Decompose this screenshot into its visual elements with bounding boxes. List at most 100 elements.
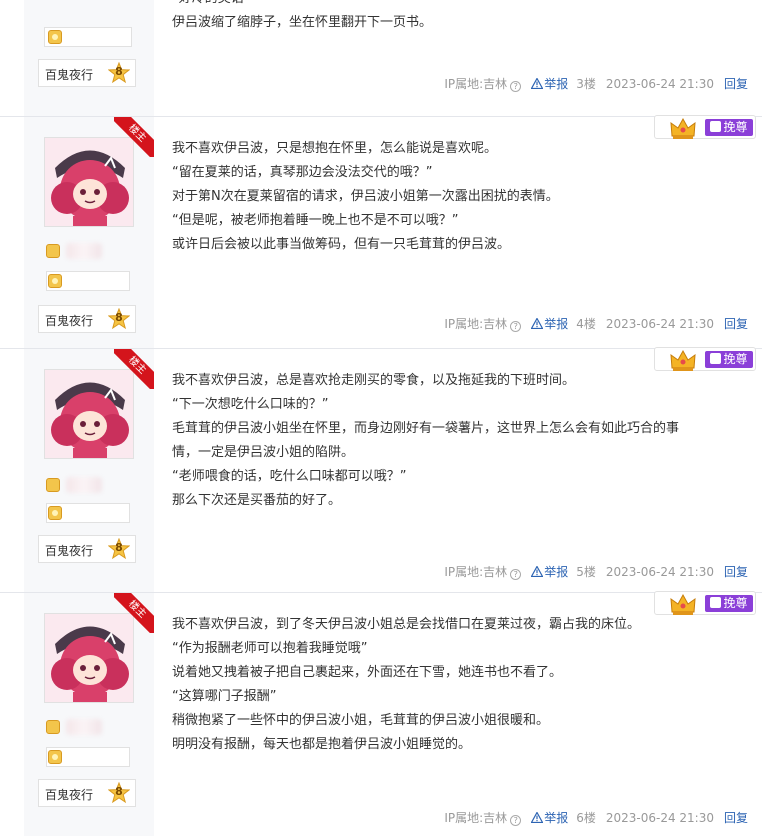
report-link[interactable]: 举报 [531,811,568,825]
wan-zun-button[interactable]: 挽尊 [705,119,753,136]
warning-icon [531,318,544,329]
wan-zun-label: 挽尊 [723,120,748,134]
crown-icon[interactable] [669,592,697,616]
warning-icon [531,812,544,823]
badge-icon[interactable] [46,244,60,258]
crown-icon[interactable] [669,116,697,140]
floor-number: 6楼 [576,811,596,825]
level-number: 8 [115,541,123,554]
post-text-line: 说着她又拽着被子把自己裹起来，外面还在下雪，她连书也不看了。 [172,665,563,680]
wan-zun-label: 挽尊 [723,352,748,366]
user-level[interactable]: 百鬼夜行 8 [38,59,136,87]
blurred-badge [66,477,102,493]
wan-zun-icon [710,353,722,364]
report-label: 举报 [544,565,569,579]
post-time: 2023-06-24 21:30 [605,317,714,331]
post-text-line: 我不喜欢伊吕波，只是想抱在怀里，怎么能说是喜欢呢。 [172,141,498,156]
report-link[interactable]: 举报 [531,317,568,331]
badge-row [44,717,132,739]
post: 楼主百鬼夜行 8 我不喜欢伊吕波，总是喜欢抢走刚买的零食，以及拖延我的下班时间。 “下… [0,347,762,593]
wan-zun-button[interactable]: 挽尊 [705,595,753,612]
level-name: 百鬼夜行 [45,544,94,558]
level-number: 8 [115,65,123,78]
honor-bar: 挽尊 [654,115,756,139]
post-text-line: 明明没有报酬，每天也都是抱着伊吕波小姐睡觉的。 [172,737,472,752]
post-text-line: 或许日后会被以此事当做筹码，但有一只毛茸茸的伊吕波。 [172,237,511,252]
op-ribbon: 楼主 [114,117,154,157]
badge-icon[interactable] [46,478,60,492]
honor-bar: 挽尊 [654,591,756,615]
post-meta: IP属地:吉林? 举报 3楼 2023-06-24 21:30 回复 [444,75,748,92]
post-author-sidebar: 楼主百鬼夜行 8 [24,593,154,836]
badge-icon[interactable] [48,750,62,764]
post-text-line: 稍微抱紧了一些怀中的伊吕波小姐，毛茸茸的伊吕波小姐很暖和。 [172,713,550,728]
report-label: 举报 [544,811,569,825]
floor-number: 3楼 [576,77,596,91]
report-label: 举报 [544,77,569,91]
reply-link[interactable]: 回复 [724,811,748,825]
report-label: 举报 [544,317,569,331]
thread: Arusu百鬼夜行8“好冷的美话伊吕波缩了缩脖子，坐在怀里翻开下一页书。IP属地… [0,0,762,836]
post-text-line: “老师喂食的话，吃什么口味都可以哦？” [172,469,407,484]
ip-location: IP属地:吉林 [444,565,508,579]
badge-icon[interactable] [46,720,60,734]
post: 楼主百鬼夜行 8 我不喜欢伊吕波，只是想抱在怀里，怎么能说是喜欢呢。 “留在夏莱的话，… [0,115,762,348]
op-ribbon-label: 楼主 [114,349,154,389]
level-name: 百鬼夜行 [45,68,94,82]
help-icon[interactable]: ? [510,321,522,332]
post-text-line: 毛茸茸的伊吕波小姐坐在怀里，而身边刚好有一袋薯片，这世界上怎么会有如此巧合的事 [172,421,680,436]
post-time: 2023-06-24 21:30 [605,565,714,579]
wan-zun-label: 挽尊 [723,596,748,610]
post: Arusu百鬼夜行8“好冷的美话伊吕波缩了缩脖子，坐在怀里翻开下一页书。IP属地… [0,0,762,116]
post-text-line: “作为报酬老师可以抱着我睡觉哦” [172,641,368,656]
report-link[interactable]: 举报 [531,77,568,91]
op-ribbon: 楼主 [114,593,154,633]
post-time: 2023-06-24 21:30 [605,811,714,825]
level-number: 8 [115,785,123,798]
op-ribbon-label: 楼主 [114,593,154,633]
badge-icon[interactable] [48,506,62,520]
reply-link[interactable]: 回复 [724,77,748,91]
badge-icon[interactable] [48,30,62,44]
badge-row [44,27,132,49]
ip-location: IP属地:吉林 [444,77,508,91]
post-text-line: 我不喜欢伊吕波，总是喜欢抢走刚买的零食，以及拖延我的下班时间。 [172,373,576,388]
crown-icon[interactable] [669,348,697,372]
help-icon[interactable]: ? [510,815,522,826]
post-text-line: “留在夏莱的话，真琴那边会没法交代的哦？” [172,165,433,180]
wan-zun-icon [710,597,722,608]
post-meta: IP属地:吉林? 举报 6楼 2023-06-24 21:30 回复 [444,809,748,826]
badge-icon[interactable] [48,274,62,288]
ip-location: IP属地:吉林 [444,317,508,331]
report-link[interactable]: 举报 [531,565,568,579]
level-name: 百鬼夜行 [45,788,94,802]
help-icon[interactable]: ? [510,569,522,580]
post-content: 我不喜欢伊吕波，总是喜欢抢走刚买的零食，以及拖延我的下班时间。 “下一次想吃什么口… [172,349,752,593]
post-author-sidebar: Arusu百鬼夜行8 [24,0,154,116]
user-level[interactable]: 百鬼夜行 8 [38,305,136,333]
floor-number: 5楼 [576,565,596,579]
blurred-badge [66,243,102,259]
post-content: “好冷的美话伊吕波缩了缩脖子，坐在怀里翻开下一页书。 [172,0,752,117]
reply-link[interactable]: 回复 [724,317,748,331]
user-level[interactable]: 百鬼夜行 8 [38,779,136,807]
reply-link[interactable]: 回复 [724,565,748,579]
post-text-line: “但是呢，被老师抱着睡一晚上也不是不可以哦？” [172,213,459,228]
post-text-line: “下一次想吃什么口味的？” [172,397,329,412]
blurred-badge [66,719,102,735]
help-icon[interactable]: ? [510,81,522,92]
wan-zun-button[interactable]: 挽尊 [705,351,753,368]
badge-row [44,271,132,293]
badge-row [44,475,132,497]
post-text-line: “好冷的美话 [172,0,244,7]
post-time: 2023-06-24 21:30 [605,77,714,91]
post-content: 我不喜欢伊吕波，到了冬天伊吕波小姐总是会找借口在夏莱过夜，霸占我的床位。 “作为报… [172,593,752,836]
level-name: 百鬼夜行 [45,314,94,328]
user-level[interactable]: 百鬼夜行 8 [38,535,136,563]
honor-bar: 挽尊 [654,347,756,371]
op-ribbon-label: 楼主 [114,117,154,157]
ip-location: IP属地:吉林 [444,811,508,825]
badge-row [44,747,132,769]
badge-row [44,241,132,263]
post-author-sidebar: 楼主百鬼夜行 8 [24,349,154,592]
